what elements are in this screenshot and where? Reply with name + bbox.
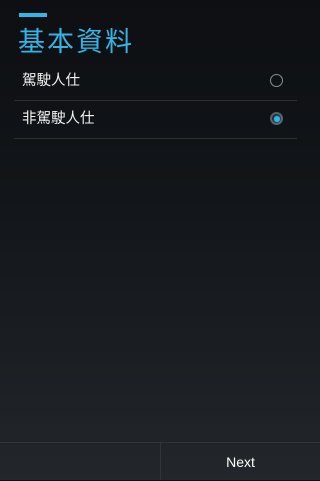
radio-group: 駕駛人仕 非駕駛人仕 [14, 63, 297, 139]
title-accent-bar [19, 13, 47, 17]
option-driver-label: 駕駛人仕 [22, 73, 80, 89]
option-driver[interactable]: 駕駛人仕 [14, 63, 297, 101]
option-non-driver-radio[interactable] [270, 112, 283, 125]
radio-selected-dot [273, 115, 280, 122]
option-non-driver[interactable]: 非駕駛人仕 [14, 101, 297, 139]
next-button[interactable]: Next [161, 443, 320, 480]
option-driver-radio[interactable] [270, 74, 283, 87]
bottom-button-bar: Next [0, 442, 320, 480]
page-title: 基本資料 [18, 27, 134, 58]
option-non-driver-label: 非駕駛人仕 [22, 111, 95, 127]
